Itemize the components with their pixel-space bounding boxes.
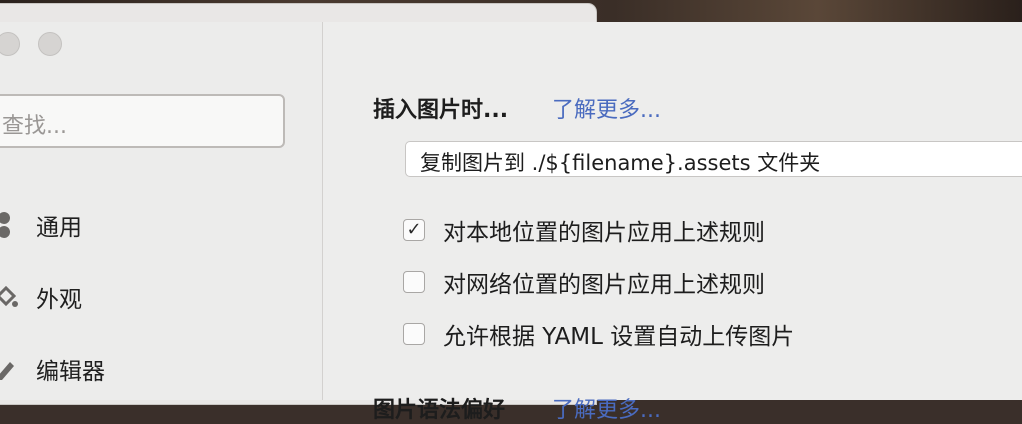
option-label: 允许根据 YAML 设置自动上传图片 — [443, 324, 795, 350]
option-local-images[interactable]: ✓ 对本地位置的图片应用上述规则 — [403, 213, 765, 247]
sidebar-item-appearance[interactable]: 外观 — [0, 277, 320, 317]
general-icon — [0, 210, 20, 240]
sidebar-item-general[interactable]: 通用 — [0, 205, 320, 245]
next-learn-more-link[interactable]: 了解更多... — [552, 392, 661, 424]
local-images-checkbox[interactable]: ✓ — [403, 219, 425, 241]
search-input[interactable]: 查找... — [0, 94, 285, 148]
section-title: 插入图片时... — [373, 98, 509, 123]
option-label: 对本地位置的图片应用上述规则 — [443, 220, 765, 246]
preferences-content: 插入图片时... 了解更多... 复制图片到 ./${filename}.ass… — [323, 22, 1022, 423]
network-images-checkbox[interactable] — [403, 271, 425, 293]
preferences-window: 查找... 通用 外观 编辑器 插入图片时... 了解更多... 复制图片到 .… — [0, 22, 1022, 423]
sidebar: 查找... 通用 外观 编辑器 — [0, 22, 323, 400]
option-yaml-upload[interactable]: 允许根据 YAML 设置自动上传图片 — [403, 317, 794, 351]
next-section-title: 图片语法偏好 — [373, 398, 506, 423]
option-network-images[interactable]: 对网络位置的图片应用上述规则 — [403, 265, 765, 299]
minimize-window-button[interactable] — [38, 32, 62, 56]
sidebar-item-label: 通用 — [36, 215, 82, 241]
sidebar-item-label: 编辑器 — [36, 359, 105, 385]
close-window-button[interactable] — [0, 32, 20, 56]
learn-more-link[interactable]: 了解更多... — [552, 92, 661, 124]
yaml-upload-checkbox[interactable] — [403, 323, 425, 345]
select-value: 复制图片到 ./${filename}.assets 文件夹 — [420, 151, 821, 175]
editor-icon — [0, 354, 20, 384]
appearance-icon — [0, 282, 20, 312]
image-insert-action-select[interactable]: 复制图片到 ./${filename}.assets 文件夹 — [405, 141, 1022, 177]
sidebar-item-label: 外观 — [36, 287, 82, 313]
search-placeholder: 查找... — [2, 114, 67, 139]
option-label: 对网络位置的图片应用上述规则 — [443, 272, 765, 298]
sidebar-item-editor[interactable]: 编辑器 — [0, 349, 320, 389]
